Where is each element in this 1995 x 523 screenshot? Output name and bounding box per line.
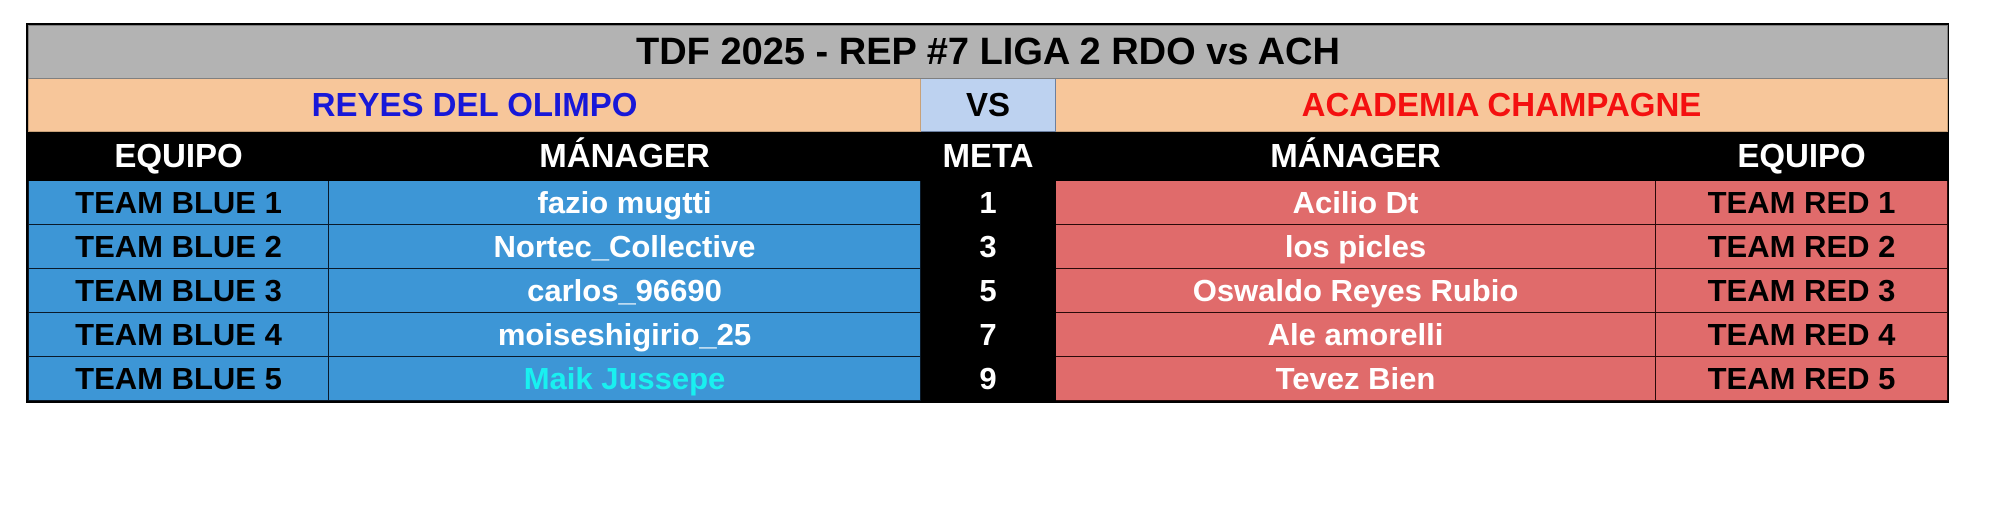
matchup-row: REYES DEL OLIMPO VS ACADEMIA CHAMPAGNE	[28, 78, 1948, 132]
blue-manager-name: fazio mugtti	[328, 180, 921, 225]
header-equipo-left: EQUIPO	[28, 131, 329, 181]
blue-team-label: TEAM BLUE 4	[28, 312, 329, 357]
blue-team-label: TEAM BLUE 3	[28, 268, 329, 313]
table-row: TEAM BLUE 1 fazio mugtti 1 Acilio Dt TEA…	[28, 180, 1948, 225]
title-row: TDF 2025 - REP #7 LIGA 2 RDO vs ACH	[28, 25, 1948, 79]
red-team-label: TEAM RED 1	[1655, 180, 1948, 225]
red-manager-name: los picles	[1055, 224, 1656, 269]
blue-manager-name: Nortec_Collective	[328, 224, 921, 269]
vs-label: VS	[920, 78, 1056, 132]
blue-team-label: TEAM BLUE 2	[28, 224, 329, 269]
meta-value: 3	[920, 224, 1056, 269]
table-row: TEAM BLUE 5 Maik Jussepe 9 Tevez Bien TE…	[28, 356, 1948, 401]
right-team-name: ACADEMIA CHAMPAGNE	[1055, 78, 1948, 132]
table-row: TEAM BLUE 4 moiseshigirio_25 7 Ale amore…	[28, 312, 1948, 357]
red-manager-name: Oswaldo Reyes Rubio	[1055, 268, 1656, 313]
red-team-label: TEAM RED 5	[1655, 356, 1948, 401]
blue-team-label: TEAM BLUE 5	[28, 356, 329, 401]
meta-value: 9	[920, 356, 1056, 401]
left-team-name: REYES DEL OLIMPO	[28, 78, 921, 132]
matchup-table: TDF 2025 - REP #7 LIGA 2 RDO vs ACH REYE…	[28, 25, 1948, 401]
red-manager-name: Ale amorelli	[1055, 312, 1656, 357]
blue-team-label: TEAM BLUE 1	[28, 180, 329, 225]
header-manager-right: MÁNAGER	[1055, 131, 1656, 181]
red-team-label: TEAM RED 4	[1655, 312, 1948, 357]
matchup-board: TDF 2025 - REP #7 LIGA 2 RDO vs ACH REYE…	[26, 23, 1949, 403]
column-header-row: EQUIPO MÁNAGER META MÁNAGER EQUIPO	[28, 131, 1948, 181]
blue-manager-name: Maik Jussepe	[328, 356, 921, 401]
red-team-label: TEAM RED 2	[1655, 224, 1948, 269]
blue-manager-name: moiseshigirio_25	[328, 312, 921, 357]
meta-value: 1	[920, 180, 1056, 225]
red-manager-name: Acilio Dt	[1055, 180, 1656, 225]
meta-value: 5	[920, 268, 1056, 313]
blue-manager-name: carlos_96690	[328, 268, 921, 313]
red-team-label: TEAM RED 3	[1655, 268, 1948, 313]
header-equipo-right: EQUIPO	[1655, 131, 1948, 181]
header-manager-left: MÁNAGER	[328, 131, 921, 181]
header-meta: META	[920, 131, 1056, 181]
meta-value: 7	[920, 312, 1056, 357]
table-row: TEAM BLUE 2 Nortec_Collective 3 los picl…	[28, 224, 1948, 269]
red-manager-name: Tevez Bien	[1055, 356, 1656, 401]
page-title: TDF 2025 - REP #7 LIGA 2 RDO vs ACH	[28, 25, 1948, 79]
table-row: TEAM BLUE 3 carlos_96690 5 Oswaldo Reyes…	[28, 268, 1948, 313]
